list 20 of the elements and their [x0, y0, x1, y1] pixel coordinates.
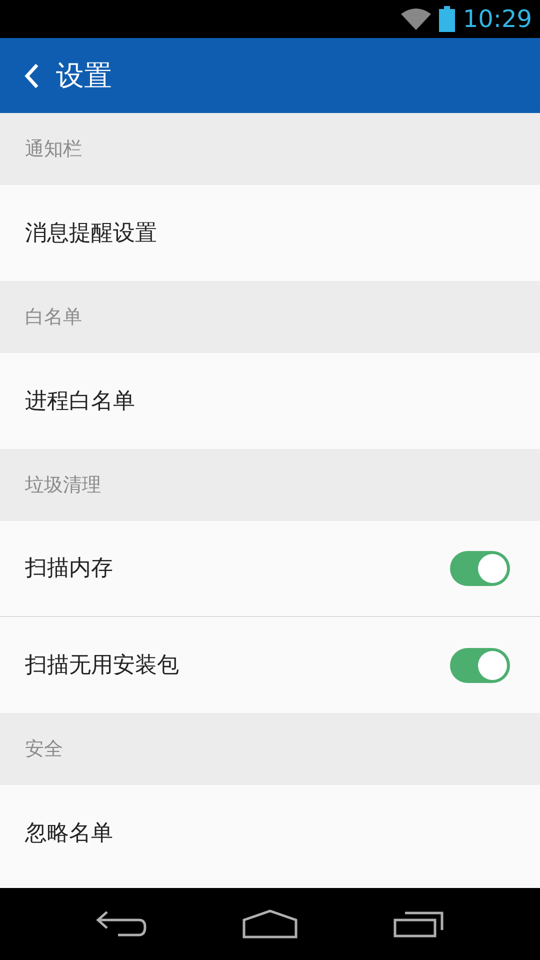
page-title: 设置 [56, 58, 112, 94]
back-nav-icon[interactable] [95, 910, 148, 938]
toggle-switch[interactable] [450, 648, 510, 682]
setting-label[interactable]: 扫描无用安装包 [25, 648, 179, 682]
setting-label[interactable]: 消息提醒设置 [25, 216, 157, 250]
toggle-switch[interactable] [450, 551, 510, 586]
status-time: 10:29 [462, 7, 532, 31]
back-icon [24, 62, 40, 88]
section-header: 通知栏 [25, 136, 82, 162]
home-icon[interactable] [242, 909, 298, 939]
wifi-icon [400, 8, 431, 30]
setting-label[interactable]: 进程白名单 [25, 384, 135, 418]
setting-label[interactable]: 扫描内存 [25, 552, 113, 585]
section-header: 垃圾清理 [25, 472, 101, 498]
back-button[interactable]: 设置 [24, 54, 112, 96]
section-header: 安全 [25, 736, 63, 762]
section-header: 白名单 [25, 304, 82, 330]
recent-apps-icon[interactable] [392, 910, 445, 938]
battery-icon [438, 6, 455, 32]
setting-label[interactable]: 忽略名单 [25, 816, 113, 850]
